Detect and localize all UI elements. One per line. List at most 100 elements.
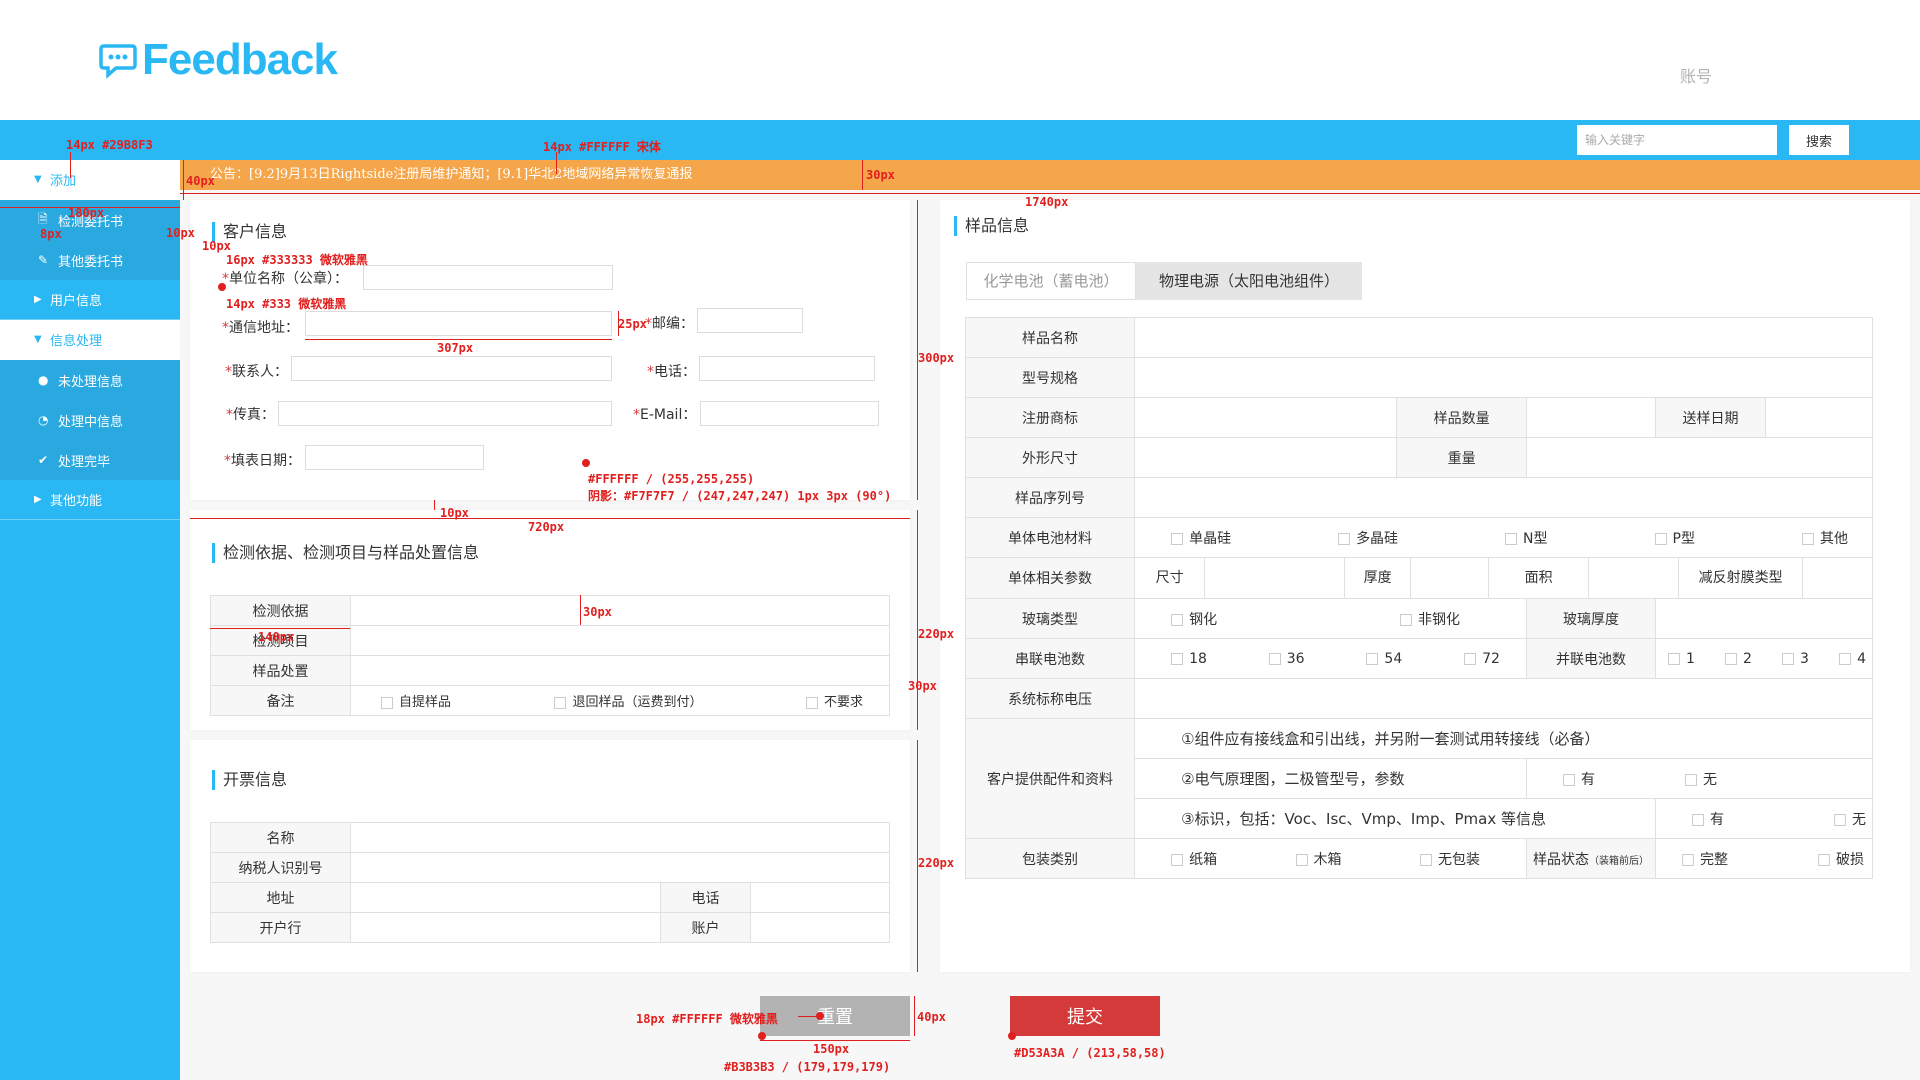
option[interactable]: P型 <box>1654 528 1695 548</box>
tab-chemical-battery[interactable]: 化学电池（蓄电池） <box>966 262 1136 300</box>
option-no[interactable]: 无 <box>1684 769 1717 789</box>
items-input[interactable] <box>350 625 890 656</box>
weight-input[interactable] <box>1525 437 1874 478</box>
option[interactable]: 3 <box>1782 651 1809 667</box>
sidebar-item-unprocessed[interactable]: ● 未处理信息 <box>0 360 180 400</box>
accessory-2: ②电气原理图，二极管型号，参数 <box>1134 758 1527 799</box>
param-label: 厚度 <box>1345 558 1412 598</box>
option-yes[interactable]: 有 <box>1691 809 1724 829</box>
option[interactable]: 72 <box>1464 651 1500 667</box>
basis-input[interactable] <box>350 595 890 626</box>
option[interactable]: 纸箱 <box>1171 849 1217 869</box>
option[interactable]: 多晶硅 <box>1338 528 1398 548</box>
search-button[interactable]: 搜索 <box>1789 125 1849 155</box>
trademark-input[interactable] <box>1134 397 1398 438</box>
date-input[interactable] <box>305 445 484 470</box>
params-cell: 尺寸 厚度 面积 减反射膜类型 <box>1134 557 1873 599</box>
checkbox[interactable] <box>805 696 818 709</box>
sidebar-item-done[interactable]: ✔ 处理完毕 <box>0 440 180 480</box>
account-link[interactable]: 账号 <box>1680 63 1712 87</box>
option[interactable]: 完整 <box>1681 849 1728 869</box>
sidebar-item-add[interactable]: ▼ 添加 <box>0 160 180 200</box>
quantity-input[interactable] <box>1525 397 1656 438</box>
option-none[interactable]: 不要求 <box>805 691 863 710</box>
annotation-line <box>434 500 435 510</box>
option-no[interactable]: 无 <box>1833 809 1866 829</box>
option[interactable]: 2 <box>1725 651 1752 667</box>
address-input[interactable] <box>305 311 612 336</box>
invoice-account-input[interactable] <box>750 912 890 943</box>
param-input[interactable] <box>1589 558 1680 598</box>
voltage-input[interactable] <box>1134 678 1873 719</box>
reset-button[interactable]: 重置 <box>760 996 910 1036</box>
option[interactable]: 单晶硅 <box>1171 528 1231 548</box>
invoice-phone-input[interactable] <box>750 882 890 913</box>
email-input[interactable] <box>700 401 879 426</box>
option[interactable]: 18 <box>1171 651 1207 667</box>
invoice-address-input[interactable] <box>350 882 661 913</box>
sidebar-item-processing[interactable]: ◔ 处理中信息 <box>0 400 180 440</box>
sidebar-item-user-info[interactable]: ▶ 用户信息 <box>0 280 180 320</box>
annotation-line <box>183 160 184 200</box>
glass-thickness-input[interactable] <box>1654 598 1874 639</box>
annotation-dot <box>758 1032 766 1040</box>
basis-row-label: 检测依据 <box>210 595 351 626</box>
option[interactable]: 1 <box>1667 651 1695 667</box>
option[interactable]: 其他 <box>1801 528 1848 548</box>
option[interactable]: 非钢化 <box>1399 609 1460 629</box>
notice-bar[interactable]: 公告：[9.2]9月13日Rightside注册局维护通知；[9.1]华北2地域… <box>180 160 1920 190</box>
fax-input[interactable] <box>278 401 612 426</box>
checkbox[interactable] <box>381 696 393 709</box>
send-date-input[interactable] <box>1765 397 1873 438</box>
sample-model-input[interactable] <box>1134 357 1873 398</box>
option-yes[interactable]: 有 <box>1562 769 1595 789</box>
tab-physical-power[interactable]: 物理电源（太阳电池组件） <box>1136 262 1362 300</box>
option-self-pickup[interactable]: 自提样品 <box>381 691 451 710</box>
option[interactable]: N型 <box>1505 528 1548 548</box>
annotation-line <box>556 152 557 174</box>
sidebar-item-label: 添加 <box>50 174 77 189</box>
sample-label: 单体相关参数 <box>964 557 1136 599</box>
sample-label: 单体电池材料 <box>964 517 1136 558</box>
phone-input[interactable] <box>699 356 875 381</box>
invoice-bank-input[interactable] <box>350 912 661 943</box>
chevron-right-icon: ▶ <box>34 294 42 305</box>
option[interactable]: 钢化 <box>1171 609 1217 629</box>
annotation: 25px <box>618 317 647 331</box>
param-input[interactable] <box>1803 558 1872 598</box>
annotation-line <box>210 628 350 629</box>
zip-input[interactable] <box>697 308 803 333</box>
checkbox[interactable] <box>554 696 567 709</box>
annotation-line <box>70 152 71 178</box>
param-input[interactable] <box>1205 558 1346 598</box>
invoice-taxid-input[interactable] <box>350 852 890 883</box>
serial-input[interactable] <box>1134 477 1873 518</box>
option-return[interactable]: 退回样品（运费到付） <box>554 691 703 710</box>
annotation: 140px <box>258 630 295 644</box>
invoice-label: 名称 <box>210 822 351 853</box>
contact-input[interactable] <box>291 356 612 381</box>
fax-label: *传真： <box>226 407 275 423</box>
company-label: *单位名称（公章）： <box>222 271 348 287</box>
submit-button[interactable]: 提交 <box>1010 996 1160 1036</box>
accessory-1: ①组件应有接线盒和引出线，并另附一套测试用转接线（必备） <box>1134 718 1873 759</box>
option[interactable]: 无包装 <box>1419 849 1480 869</box>
option[interactable]: 36 <box>1268 651 1305 667</box>
logo[interactable]: Feedback <box>98 35 338 84</box>
sample-name-input[interactable] <box>1134 317 1873 358</box>
search-input[interactable] <box>1577 125 1777 155</box>
company-input[interactable] <box>363 265 613 290</box>
param-input[interactable] <box>1411 558 1490 598</box>
option[interactable]: 破损 <box>1817 849 1864 869</box>
invoice-name-input[interactable] <box>350 822 890 853</box>
chevron-down-icon: ▼ <box>34 334 42 345</box>
invoice-section-title: 开票信息 <box>212 770 287 790</box>
option[interactable]: 木箱 <box>1295 849 1342 869</box>
sidebar-item-info-processing[interactable]: ▼ 信息处理 <box>0 320 180 360</box>
option[interactable]: 54 <box>1366 651 1402 667</box>
sidebar-item-other-functions[interactable]: ▶ 其他功能 <box>0 480 180 520</box>
disposal-input[interactable] <box>350 655 890 686</box>
option[interactable]: 4 <box>1839 651 1866 667</box>
sidebar-item-other-commission[interactable]: ✎ 其他委托书 <box>0 240 180 280</box>
size-input[interactable] <box>1134 437 1398 478</box>
